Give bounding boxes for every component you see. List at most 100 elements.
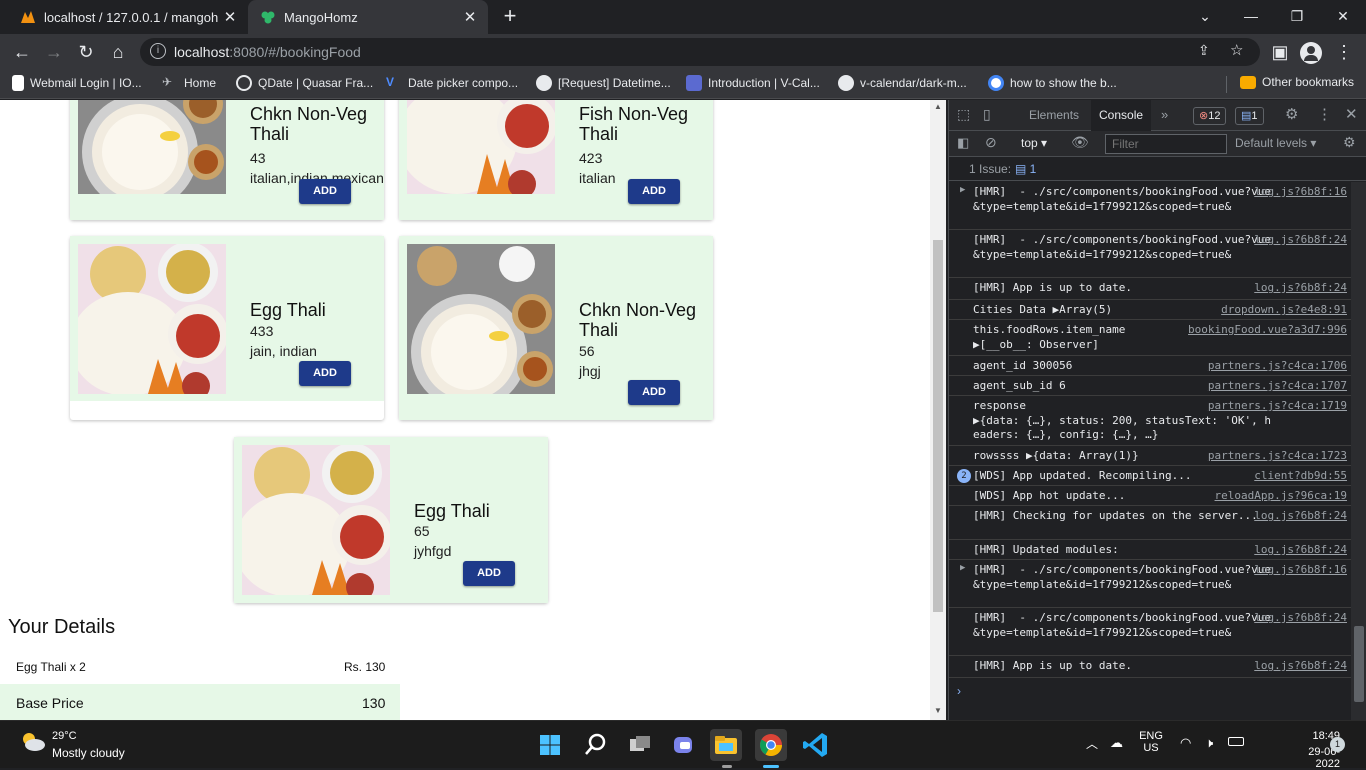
- source-link[interactable]: log.js?6b8f:24: [1254, 543, 1347, 556]
- restore-button[interactable]: ❐: [1274, 0, 1320, 34]
- levels-select[interactable]: Default levels ▾: [1235, 136, 1316, 150]
- bookmark-webmail[interactable]: Webmail Login | IO...: [12, 75, 142, 91]
- add-button[interactable]: ADD: [299, 361, 351, 386]
- star-icon[interactable]: ☆: [1230, 41, 1243, 59]
- issues-count: ▤ 1: [1015, 162, 1037, 176]
- source-link[interactable]: reloadApp.js?96ca:19: [1215, 489, 1347, 502]
- profile-avatar[interactable]: [1300, 42, 1322, 64]
- clover-icon: [261, 11, 275, 24]
- source-link[interactable]: log.js?6b8f:24: [1254, 233, 1347, 246]
- source-link[interactable]: partners.js?c4ca:1723: [1208, 449, 1347, 462]
- more-tabs-icon[interactable]: »: [1161, 107, 1168, 122]
- add-button[interactable]: ADD: [463, 561, 515, 586]
- gear-icon[interactable]: ⚙: [1285, 105, 1298, 123]
- filter-input[interactable]: [1105, 134, 1227, 154]
- close-window-button[interactable]: ✕: [1320, 0, 1366, 34]
- notification-badge[interactable]: 1: [1330, 737, 1345, 752]
- expand-arrow-icon[interactable]: ▶: [960, 563, 965, 573]
- expand-arrow-icon[interactable]: ▶: [960, 185, 965, 195]
- food-price: 56: [579, 343, 595, 359]
- new-tab-button[interactable]: +: [498, 5, 522, 29]
- add-button[interactable]: ADD: [628, 380, 680, 405]
- food-cuisine: jyhfgd: [414, 543, 452, 559]
- bookmark-other[interactable]: Other bookmarks: [1240, 75, 1354, 89]
- menu-icon[interactable]: ⋮: [1330, 38, 1358, 66]
- close-icon[interactable]: ✕: [218, 8, 242, 26]
- add-button[interactable]: ADD: [299, 179, 351, 204]
- chrome-icon[interactable]: [755, 729, 787, 761]
- kebab-icon[interactable]: ⋮: [1317, 105, 1332, 123]
- forward-icon[interactable]: →: [40, 38, 68, 66]
- console-prompt[interactable]: ›: [957, 684, 961, 698]
- onedrive-icon[interactable]: ☁: [1110, 735, 1123, 751]
- bookmark-howto[interactable]: how to show the b...: [988, 75, 1117, 91]
- bookmark-request[interactable]: [Request] Datetime...: [536, 75, 671, 91]
- scroll-thumb[interactable]: [933, 240, 943, 612]
- task-view-icon[interactable]: [624, 729, 656, 761]
- close-icon[interactable]: ✕: [1345, 105, 1358, 123]
- teams-icon[interactable]: [668, 729, 700, 761]
- sidebar-icon[interactable]: ◧: [957, 135, 969, 151]
- tab-console[interactable]: Console: [1091, 100, 1152, 131]
- file-explorer-icon[interactable]: [710, 729, 742, 761]
- console-scrollbar[interactable]: [1351, 182, 1366, 720]
- tab-mangohomz[interactable]: MangoHomz ✕: [248, 0, 488, 34]
- bookmark-datepicker[interactable]: V Date picker compo...: [386, 75, 518, 91]
- bookmark-vcal[interactable]: Introduction | V-Cal...: [686, 75, 820, 91]
- gear-icon[interactable]: ⚙: [1343, 134, 1356, 151]
- search-icon[interactable]: [580, 729, 612, 761]
- tab-search-icon[interactable]: ⌄: [1182, 0, 1228, 34]
- tab-elements[interactable]: Elements: [1021, 100, 1087, 131]
- back-icon[interactable]: ←: [8, 38, 36, 66]
- message-badge[interactable]: ▤1: [1235, 107, 1264, 125]
- tab-phpmyadmin[interactable]: localhost / 127.0.0.1 / mangohom ✕: [8, 0, 248, 34]
- bookmark-home[interactable]: ✈ Home: [162, 75, 216, 91]
- share-icon[interactable]: ⇪: [1198, 42, 1210, 59]
- add-button[interactable]: ADD: [628, 179, 680, 204]
- source-link[interactable]: log.js?6b8f:16: [1254, 185, 1347, 198]
- plane-icon: ✈: [162, 75, 173, 89]
- source-link[interactable]: bookingFood.vue?a3d7:996: [1188, 323, 1347, 336]
- wifi-icon[interactable]: ◠: [1180, 735, 1191, 751]
- bookmark-vcal-dark[interactable]: v-calendar/dark-m...: [838, 75, 967, 91]
- minimize-button[interactable]: —: [1228, 0, 1274, 34]
- site-info-icon[interactable]: i: [150, 43, 166, 59]
- source-link[interactable]: partners.js?c4ca:1707: [1208, 379, 1347, 392]
- battery-icon[interactable]: [1228, 737, 1244, 746]
- windows-start-icon[interactable]: [534, 729, 566, 761]
- console-message: response ▶{data: {…}, status: 200, statu…: [949, 396, 1351, 446]
- weather-temp[interactable]: 29°C: [52, 730, 77, 742]
- context-select[interactable]: top ▾: [1021, 136, 1047, 150]
- home-icon[interactable]: ⌂: [104, 38, 132, 66]
- console-text: [HMR] App is up to date.: [973, 281, 1132, 294]
- source-link[interactable]: partners.js?c4ca:1719: [1208, 399, 1347, 412]
- url-text[interactable]: localhost:8080/#/bookingFood: [174, 44, 361, 60]
- error-badge[interactable]: ⊗12: [1193, 107, 1227, 125]
- tray-chevron-icon[interactable]: ︿: [1086, 735, 1098, 752]
- eye-icon[interactable]: 👁: [1071, 134, 1089, 151]
- weather-text[interactable]: Mostly cloudy: [52, 746, 125, 760]
- source-link[interactable]: log.js?6b8f:24: [1254, 659, 1347, 672]
- bookmark-qdate[interactable]: QDate | Quasar Fra...: [236, 75, 373, 91]
- clear-icon[interactable]: ⊘: [985, 134, 997, 151]
- language-indicator[interactable]: ENG US: [1138, 730, 1164, 754]
- reload-icon[interactable]: ↻: [72, 38, 100, 66]
- source-link[interactable]: log.js?6b8f:24: [1254, 509, 1347, 522]
- inspect-icon[interactable]: ⬚: [957, 106, 970, 123]
- source-link[interactable]: log.js?6b8f:24: [1254, 611, 1347, 624]
- console-message: [WDS] App hot update... reloadApp.js?96ca…: [949, 486, 1351, 506]
- vscode-icon[interactable]: [800, 729, 832, 761]
- address-bar[interactable]: i localhost:8080/#/bookingFood ⇪ ☆: [140, 38, 1260, 66]
- source-link[interactable]: log.js?6b8f:16: [1254, 563, 1347, 576]
- side-panel-icon[interactable]: ▣: [1266, 38, 1294, 66]
- source-link[interactable]: client?db9d:55: [1254, 469, 1347, 482]
- source-link[interactable]: partners.js?c4ca:1706: [1208, 359, 1347, 372]
- close-icon[interactable]: ✕: [458, 8, 482, 26]
- source-link[interactable]: dropdown.js?e4e8:91: [1221, 303, 1347, 316]
- issues-bar[interactable]: 1 Issue: ▤ 1: [949, 157, 1366, 181]
- device-toggle-icon[interactable]: ▯: [983, 106, 991, 123]
- page-scrollbar[interactable]: ▲ ▼: [930, 100, 946, 720]
- scroll-thumb[interactable]: [1354, 626, 1364, 702]
- volume-icon[interactable]: 🕨: [1205, 735, 1213, 751]
- source-link[interactable]: log.js?6b8f:24: [1254, 281, 1347, 294]
